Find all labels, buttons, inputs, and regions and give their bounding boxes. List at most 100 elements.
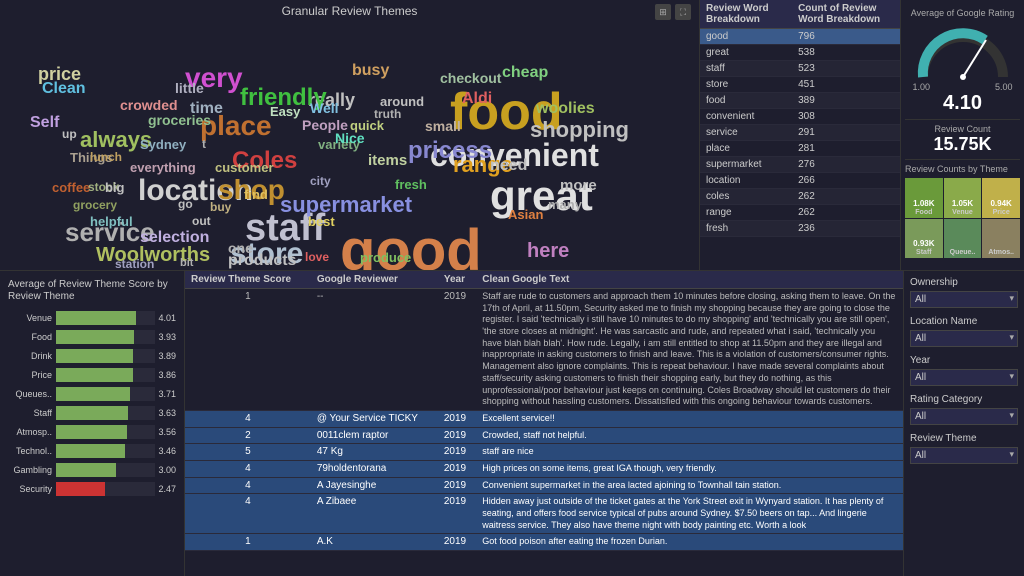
word-love[interactable]: love <box>305 250 329 264</box>
table-row[interactable]: 5 47 Kg 2019 staff are nice <box>185 444 903 461</box>
word-many[interactable]: many <box>548 197 582 212</box>
word-cell: convenient <box>700 109 792 125</box>
word-need[interactable]: need <box>490 157 527 175</box>
theme-cell-staff[interactable]: 0.93KStaff <box>905 219 943 259</box>
word-easy[interactable]: Easy <box>270 104 300 119</box>
theme-cell-atmos..[interactable]: Atmos.. <box>982 219 1020 259</box>
table-row[interactable]: 4 A Jayesinghe 2019 Convenient supermark… <box>185 477 903 494</box>
breakdown-row[interactable]: food389 <box>700 93 900 109</box>
bar-row-food: Food 3.93 <box>8 330 176 344</box>
word-selection[interactable]: selection <box>140 229 209 247</box>
word-go[interactable]: go <box>178 197 193 211</box>
breakdown-row[interactable]: coles262 <box>700 189 900 205</box>
word-asian[interactable]: Asian <box>508 207 543 222</box>
filter-select-review-theme[interactable]: All <box>910 447 1018 464</box>
breakdown-row[interactable]: convenient308 <box>700 109 900 125</box>
word-here[interactable]: here <box>527 240 569 263</box>
breakdown-row[interactable]: service291 <box>700 125 900 141</box>
breakdown-row[interactable]: good796 <box>700 29 900 45</box>
word-grocery[interactable]: grocery <box>73 198 117 212</box>
word-coffee[interactable]: coffee <box>52 180 90 195</box>
word-one[interactable]: one <box>228 240 253 256</box>
expand-icon[interactable]: ⛶ <box>675 4 691 20</box>
bar-track <box>56 482 155 496</box>
word-small[interactable]: small <box>425 118 461 134</box>
theme-cell-label: Price <box>993 209 1010 216</box>
word-crowded[interactable]: crowded <box>120 97 178 113</box>
word-supermarket[interactable]: supermarket <box>280 192 412 218</box>
count-cell: 451 <box>792 77 900 93</box>
table-row[interactable]: 1 A.K 2019 Got food poison after eating … <box>185 534 903 551</box>
word-woolies[interactable]: woolies <box>536 100 595 118</box>
word-more[interactable]: more <box>560 177 597 194</box>
bar-label: Drink <box>8 351 56 361</box>
word-city[interactable]: city <box>310 174 331 188</box>
word-checkout[interactable]: checkout <box>440 70 501 86</box>
word-buy[interactable]: buy <box>210 200 231 214</box>
theme-cell-label: Atmos.. <box>988 249 1014 256</box>
word-up[interactable]: up <box>62 127 77 141</box>
breakdown-row[interactable]: supermarket276 <box>700 157 900 173</box>
reviewer-cell: 79holdentorana <box>311 460 438 477</box>
word-cell: staff <box>700 61 792 77</box>
bar-fill <box>56 406 128 420</box>
theme-cell-venue[interactable]: 1.05KVenue <box>944 178 982 218</box>
word-clean[interactable]: Clean <box>42 80 86 98</box>
breakdown-row[interactable]: store451 <box>700 77 900 93</box>
filter-select-rating-category[interactable]: All <box>910 408 1018 425</box>
word-everything[interactable]: everything <box>130 160 196 175</box>
filter-select-year[interactable]: All <box>910 369 1018 386</box>
word-out[interactable]: out <box>192 214 211 228</box>
word-big[interactable]: big <box>105 180 125 195</box>
word-customer[interactable]: customer <box>215 160 274 175</box>
table-row[interactable]: 1 -- 2019 Staff are rude to customers an… <box>185 289 903 411</box>
breakdown-row[interactable]: location266 <box>700 173 900 189</box>
year-cell: 2019 <box>438 534 476 551</box>
word-little[interactable]: little <box>175 80 204 96</box>
word-well[interactable]: Well <box>310 100 339 116</box>
word-best[interactable]: best <box>308 214 335 229</box>
theme-cell-price[interactable]: 0.94KPrice <box>982 178 1020 218</box>
word-fresh[interactable]: fresh <box>395 177 427 192</box>
word-bit[interactable]: bit <box>180 257 193 269</box>
data-table-container[interactable]: Review Theme Score Google Reviewer Year … <box>185 271 904 576</box>
table-row[interactable]: 4 @ Your Service TICKY 2019 Excellent se… <box>185 410 903 427</box>
theme-cell-food[interactable]: 1.08KFood <box>905 178 943 218</box>
breakdown-header-word: Review Word Breakdown <box>700 0 792 29</box>
table-row[interactable]: 2 0011clem raptor 2019 Crowded, staff no… <box>185 427 903 444</box>
table-row[interactable]: 4 A Zibaee 2019 Hidden away just outside… <box>185 494 903 534</box>
word-find[interactable]: find <box>244 187 268 202</box>
filter-select-location-name[interactable]: All <box>910 330 1018 347</box>
word-self[interactable]: Self <box>30 114 59 132</box>
filter-select-ownership[interactable]: All <box>910 291 1018 308</box>
bar-fill <box>56 482 105 496</box>
breakdown-row[interactable]: staff523 <box>700 61 900 77</box>
word-produce[interactable]: produce <box>360 250 411 265</box>
filter-icon[interactable]: ⊞ <box>655 4 671 20</box>
year-cell: 2019 <box>438 477 476 494</box>
word-cheap[interactable]: cheap <box>502 64 548 82</box>
word-station[interactable]: station <box>115 257 154 270</box>
breakdown-row[interactable]: place281 <box>700 141 900 157</box>
filter-group-location-name: Location Name All <box>910 316 1018 347</box>
breakdown-row[interactable]: range262 <box>700 205 900 221</box>
breakdown-row[interactable]: fresh236 <box>700 221 900 237</box>
word-people[interactable]: People <box>302 117 348 133</box>
word-truth[interactable]: truth <box>374 107 401 121</box>
word-shopping[interactable]: shopping <box>530 117 629 143</box>
theme-cell-queue..[interactable]: Queue.. <box>944 219 982 259</box>
bar-label: Gambling <box>8 465 56 475</box>
bar-value: 4.01 <box>158 313 176 323</box>
word-helpful[interactable]: helpful <box>90 214 133 229</box>
word-items[interactable]: items <box>368 152 407 169</box>
count-cell: 523 <box>792 61 900 77</box>
word-sydney[interactable]: Sydney <box>140 137 186 152</box>
table-row[interactable]: 4 79holdentorana 2019 High prices on som… <box>185 460 903 477</box>
word-groceries[interactable]: groceries <box>148 112 211 128</box>
word-lunch[interactable]: lunch <box>90 150 122 164</box>
breakdown-row[interactable]: great538 <box>700 45 900 61</box>
word-busy[interactable]: busy <box>352 62 389 80</box>
word-t[interactable]: t <box>202 137 206 151</box>
word-aldi[interactable]: Aldi <box>462 90 492 108</box>
wordcloud-title: Granular Review Themes <box>0 0 699 22</box>
